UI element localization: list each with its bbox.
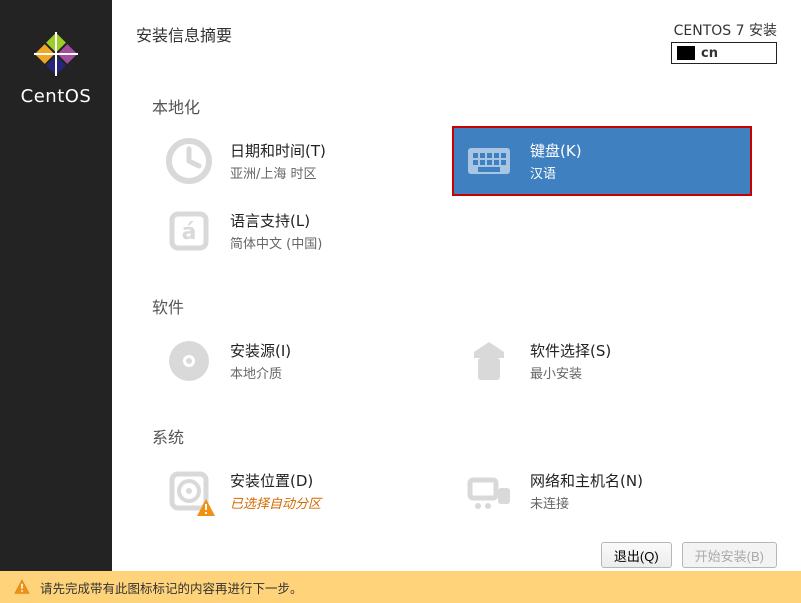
- tile-datetime-title: 日期和时间(T): [230, 140, 326, 161]
- harddisk-icon: [164, 466, 214, 516]
- tile-selection-title: 软件选择(S): [530, 340, 611, 361]
- brand-name: CentOS: [21, 86, 92, 107]
- summary-scroll[interactable]: 本地化 日期和时间(T) 亚洲/上海 时区: [112, 66, 777, 539]
- tile-source[interactable]: 安装源(I) 本地介质: [152, 326, 452, 396]
- keyboard-indicator[interactable]: cn: [671, 42, 777, 64]
- tile-keyboard-title: 键盘(K): [530, 140, 582, 161]
- warning-text: 请先完成带有此图标标记的内容再进行下一步。: [40, 578, 303, 597]
- tile-destination-title: 安装位置(D): [230, 470, 321, 491]
- section-software-title: 软件: [152, 294, 769, 318]
- tile-network[interactable]: 网络和主机名(N) 未连接: [452, 456, 752, 526]
- tile-language-title: 语言支持(L): [230, 210, 322, 231]
- network-icon: [464, 466, 514, 516]
- keyboard-layout-text: cn: [701, 46, 718, 61]
- warning-badge-icon: [196, 498, 216, 518]
- tile-destination[interactable]: 安装位置(D) 已选择自动分区: [152, 456, 452, 526]
- warning-icon: [14, 579, 30, 595]
- tile-selection-sub: 最小安装: [530, 363, 611, 382]
- begin-install-button[interactable]: 开始安装(B): [682, 542, 777, 568]
- tile-datetime-sub: 亚洲/上海 时区: [230, 163, 326, 182]
- tile-keyboard[interactable]: 键盘(K) 汉语: [452, 126, 752, 196]
- tile-language-sub: 简体中文 (中国): [230, 233, 322, 252]
- svg-text:á: á: [182, 220, 197, 245]
- section-system-title: 系统: [152, 424, 769, 448]
- warning-bar: 请先完成带有此图标标记的内容再进行下一步。: [0, 571, 801, 603]
- tile-source-title: 安装源(I): [230, 340, 291, 361]
- tile-destination-sub: 已选择自动分区: [230, 493, 321, 512]
- tile-source-sub: 本地介质: [230, 363, 291, 382]
- keyboard-small-icon: [677, 46, 695, 60]
- clock-icon: [164, 136, 214, 186]
- top-bar: 安装信息摘要 CENTOS 7 安装 cn: [112, 0, 801, 66]
- sidebar: CentOS: [0, 0, 112, 603]
- keyboard-icon: [464, 136, 514, 186]
- language-icon: á: [164, 206, 214, 256]
- section-localization-title: 本地化: [152, 94, 769, 118]
- tile-network-sub: 未连接: [530, 493, 643, 512]
- package-icon: [464, 336, 514, 386]
- disc-icon: [164, 336, 214, 386]
- tile-language[interactable]: á 语言支持(L) 简体中文 (中国): [152, 196, 452, 266]
- distro-label: CENTOS 7 安装: [674, 20, 777, 40]
- tile-datetime[interactable]: 日期和时间(T) 亚洲/上海 时区: [152, 126, 452, 196]
- footer: 退出(Q) 开始安装(B): [112, 539, 801, 571]
- tile-selection[interactable]: 软件选择(S) 最小安装: [452, 326, 752, 396]
- quit-button[interactable]: 退出(Q): [601, 542, 672, 568]
- main-area: 安装信息摘要 CENTOS 7 安装 cn 本地化 日期和时间(T) 亚洲/上海…: [112, 0, 801, 603]
- tile-network-title: 网络和主机名(N): [530, 470, 643, 491]
- tile-keyboard-sub: 汉语: [530, 163, 582, 182]
- centos-logo-icon: [32, 30, 80, 78]
